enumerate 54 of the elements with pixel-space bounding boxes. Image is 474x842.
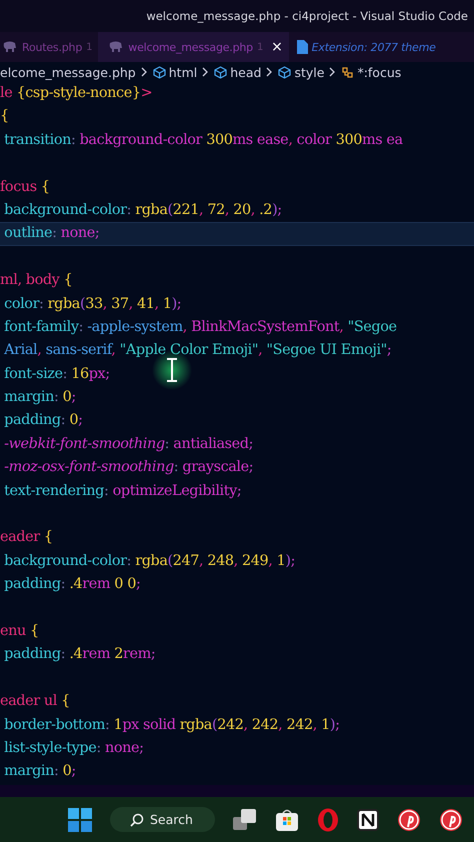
code-line: font-size: 16px; bbox=[3, 366, 110, 382]
cube-icon bbox=[278, 66, 292, 78]
breadcrumb-item[interactable]: elcome_message.php bbox=[0, 64, 136, 80]
code-line: transition: background-color 300ms ease, color 300ms ea bbox=[3, 132, 403, 148]
breadcrumb-item[interactable]: *:focus bbox=[341, 64, 402, 80]
code-line: text-rendering: optimizeLegibility; bbox=[3, 482, 242, 499]
chevron-icon bbox=[140, 67, 148, 77]
pinterest-icon[interactable] bbox=[438, 808, 463, 832]
editor-tab[interactable]: welcome_message.php 1 × bbox=[98, 32, 289, 62]
file-icon bbox=[296, 40, 308, 54]
breadcrumb-item[interactable]: style bbox=[278, 64, 324, 80]
elephant-icon bbox=[108, 41, 124, 53]
code-line: border-bottom: 1px solid rgba(242, 242, 242, 1); bbox=[3, 716, 340, 733]
chevron-icon bbox=[266, 67, 274, 77]
breadcrumb-item[interactable]: head bbox=[214, 64, 262, 80]
code-line: -webkit-font-smoothing: antialiased; bbox=[3, 436, 254, 452]
code-line: eader { bbox=[0, 529, 53, 546]
code-line: padding: 0; bbox=[3, 412, 83, 428]
code-line: le {csp-style-nonce}> bbox=[0, 85, 152, 101]
code-line: enu { bbox=[0, 622, 39, 639]
store-icon[interactable] bbox=[274, 808, 299, 832]
code-line: padding: .4rem 2rem; bbox=[3, 646, 156, 662]
code-line: eader ul { bbox=[0, 693, 70, 710]
code-line: background-color: rgba(221, 72, 20, .2); bbox=[3, 202, 282, 218]
selector-icon bbox=[341, 66, 354, 78]
opera-icon[interactable] bbox=[316, 808, 339, 832]
windows-start-icon[interactable] bbox=[68, 808, 92, 832]
search-icon bbox=[130, 812, 144, 826]
editor-tab[interactable]: Extension: 2077 theme bbox=[288, 32, 442, 62]
chevron-icon bbox=[202, 67, 210, 77]
code-line: focus { bbox=[0, 178, 50, 195]
code-line: color: rgba(33, 37, 41, 1); bbox=[3, 296, 182, 312]
search-button[interactable]: Search bbox=[110, 807, 215, 832]
code-line: -moz-osx-font-smoothing: grayscale; bbox=[3, 459, 254, 476]
breadcrumb-item[interactable]: html bbox=[152, 64, 198, 80]
elephant-icon bbox=[2, 41, 18, 53]
code-line: background-color: rgba(247, 248, 249, 1); bbox=[3, 552, 296, 569]
code-line: padding: .4rem 0 0; bbox=[3, 576, 140, 592]
cube-icon bbox=[152, 66, 166, 78]
chevron-icon bbox=[329, 67, 336, 77]
code-line: font-family: -apple-system, BlinkMacSystemFont, "Segoe bbox=[3, 318, 397, 335]
code-line: margin: 0; bbox=[3, 389, 76, 406]
code-line: margin: 0; bbox=[3, 763, 76, 780]
cube-icon bbox=[214, 66, 228, 78]
notion-icon[interactable] bbox=[356, 808, 379, 830]
code-line: outline: none; bbox=[3, 225, 100, 242]
code-line: list-style-type: none; bbox=[3, 740, 144, 756]
task-view-icon[interactable] bbox=[232, 808, 257, 830]
code-line: Arial, sans-serif, "Apple Color Emoji", "Segoe UI Emoji"; bbox=[3, 342, 392, 358]
code-line: { bbox=[0, 108, 9, 124]
code-line: ml, body { bbox=[0, 272, 72, 288]
close-button[interactable]: × bbox=[271, 39, 283, 55]
pinterest-icon[interactable] bbox=[396, 808, 421, 832]
window-title: welcome_message.php - ci4project - Visual Studio Code bbox=[146, 9, 468, 23]
